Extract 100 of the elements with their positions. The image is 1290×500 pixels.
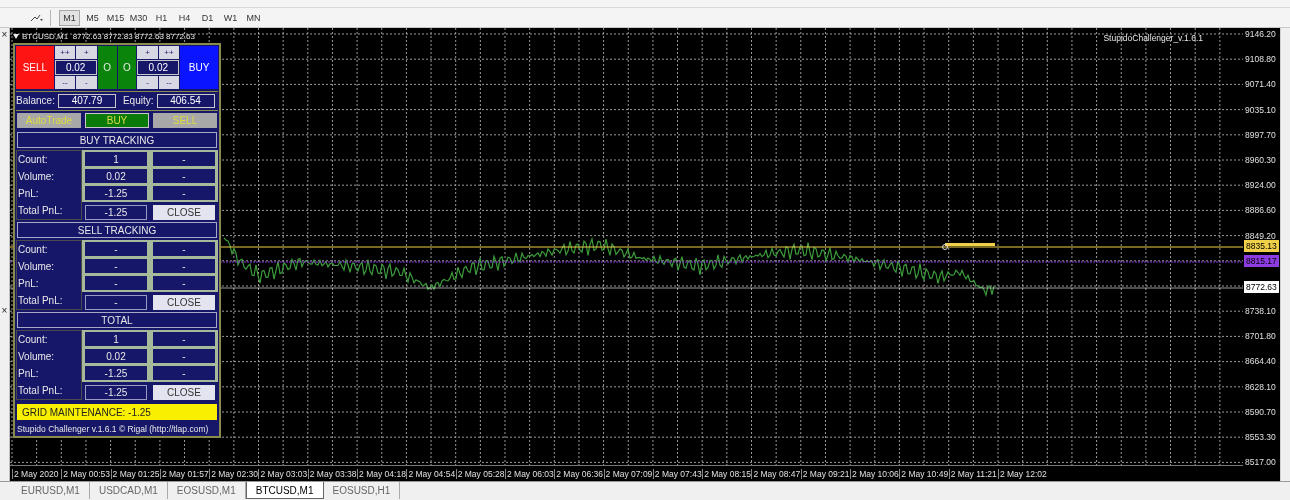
value-cell: - bbox=[153, 332, 215, 346]
close-button[interactable]: CLOSE bbox=[153, 385, 215, 400]
chart-tab[interactable]: EURUSD,M1 bbox=[12, 482, 90, 499]
price-label: 8924.00 bbox=[1245, 180, 1276, 191]
value-cell: - bbox=[85, 276, 147, 290]
value-cell: - bbox=[153, 259, 215, 273]
price-label: 8553.30 bbox=[1245, 432, 1276, 442]
timeframe-button[interactable]: H4 bbox=[174, 9, 195, 26]
time-label: 2 May 06:36 bbox=[554, 468, 604, 479]
timeframe-button[interactable]: W1 bbox=[220, 9, 241, 26]
time-label: 2 May 08:47 bbox=[751, 468, 801, 479]
footer-text: Stupido Challenger v.1.6.1 © Rigal (http://tlap.com) bbox=[16, 423, 210, 434]
decrease-lot-button[interactable]: - bbox=[76, 76, 97, 89]
decrease-lot-button[interactable]: - bbox=[137, 76, 158, 89]
value-cell: - bbox=[153, 169, 215, 183]
mode-button[interactable]: BUY bbox=[85, 113, 149, 128]
price-label: 8517.00 bbox=[1245, 457, 1276, 468]
time-label: 2 May 00:53 bbox=[61, 468, 111, 479]
price-marker: 8815.17 bbox=[1244, 255, 1279, 267]
value-cell: - bbox=[85, 259, 147, 273]
price-label: 9071.40 bbox=[1245, 79, 1276, 90]
price-label: 9035.10 bbox=[1245, 104, 1276, 115]
price-label: 8997.70 bbox=[1245, 129, 1276, 140]
close-button[interactable]: CLOSE bbox=[153, 205, 215, 220]
decrease-lot-button[interactable]: -- bbox=[158, 76, 180, 89]
time-label: 2 May 04:54 bbox=[406, 468, 456, 479]
value-cell: -1.25 bbox=[85, 186, 147, 200]
time-label: 2 May 09:21 bbox=[800, 468, 851, 479]
row-label: Count: bbox=[18, 153, 49, 167]
increase-lot-button[interactable]: ++ bbox=[158, 46, 180, 59]
collapse-icon[interactable] bbox=[13, 33, 19, 39]
row-label: Count: bbox=[18, 243, 49, 257]
grid-maintenance-bar: GRID MAINTENANCE: -1.25 bbox=[17, 404, 217, 420]
value-cell: -1.25 bbox=[85, 366, 147, 380]
time-label: 2 May 05:28 bbox=[455, 468, 505, 479]
increase-lot-button[interactable]: ++ bbox=[54, 46, 76, 59]
price-label: 8849.20 bbox=[1245, 230, 1276, 241]
timeframe-button[interactable]: MN bbox=[243, 9, 264, 26]
value-cell: 1 bbox=[85, 332, 147, 346]
value-cell: - bbox=[153, 152, 215, 166]
close-orders-button[interactable]: O bbox=[117, 46, 137, 89]
timeframe-button[interactable]: H1 bbox=[151, 9, 172, 26]
time-label: 2 May 10:06 bbox=[850, 468, 900, 479]
chart-tab[interactable]: BTCUSD,M1 bbox=[245, 482, 324, 499]
timeframe-button[interactable]: M15 bbox=[105, 9, 126, 26]
time-label: 2 May 03:38 bbox=[307, 468, 358, 479]
close-button[interactable]: CLOSE bbox=[153, 295, 215, 310]
chart-tab[interactable]: USDCAD,M1 bbox=[89, 482, 168, 499]
balance-label: Balance: bbox=[16, 95, 55, 106]
timeframe-button[interactable]: D1 bbox=[197, 9, 218, 26]
price-label: 8664.40 bbox=[1245, 356, 1276, 367]
row-label: PnL: bbox=[18, 367, 40, 381]
drawing-tools-icon[interactable] bbox=[30, 12, 44, 23]
buy-button[interactable]: BUY bbox=[180, 46, 218, 89]
increase-lot-button[interactable]: + bbox=[137, 46, 158, 59]
row-label: Total PnL: bbox=[18, 204, 64, 218]
time-label: 2 May 06:03 bbox=[504, 468, 555, 479]
value-cell: 0.02 bbox=[85, 349, 147, 363]
row-label: PnL: bbox=[18, 187, 40, 201]
row-label: Volume: bbox=[18, 170, 56, 184]
timeframe-button[interactable]: M1 bbox=[59, 9, 80, 26]
timeframe-button[interactable]: M5 bbox=[82, 9, 103, 26]
decrease-lot-button[interactable]: -- bbox=[54, 76, 76, 89]
indicator-label: StupidoChallenger_v.1.6.1 bbox=[1103, 33, 1203, 43]
close-icon[interactable]: × bbox=[1, 29, 8, 40]
lot-field[interactable]: 0.02 bbox=[54, 60, 97, 75]
equity-label: Equity: bbox=[122, 95, 154, 106]
row-label: Total PnL: bbox=[18, 384, 64, 398]
sell-button[interactable]: SELL bbox=[16, 46, 54, 89]
row-label: PnL: bbox=[18, 277, 40, 291]
price-label: 9146.20 bbox=[1245, 29, 1276, 39]
close-icon[interactable]: × bbox=[1, 305, 8, 316]
balance-value: 407.79 bbox=[57, 93, 116, 108]
lot-field[interactable]: 0.02 bbox=[137, 60, 180, 75]
price-label: 8590.70 bbox=[1245, 406, 1276, 417]
time-label: 2 May 03:03 bbox=[258, 468, 308, 479]
time-label: 2 May 11:21 bbox=[948, 468, 998, 479]
price-marker: 8772.63 bbox=[1244, 281, 1279, 293]
time-label: 2 May 07:09 bbox=[603, 468, 653, 479]
value-cell: - bbox=[153, 186, 215, 200]
increase-lot-button[interactable]: + bbox=[76, 46, 97, 59]
close-orders-button[interactable]: O bbox=[97, 46, 117, 89]
value-cell: - bbox=[85, 242, 147, 256]
time-label: 2 May 01:57 bbox=[159, 468, 210, 479]
price-label: 8960.30 bbox=[1245, 154, 1276, 165]
chart-tab[interactable]: EOSUSD,H1 bbox=[323, 482, 401, 499]
price-label: 9108.80 bbox=[1245, 54, 1276, 65]
time-label: 2 May 04:18 bbox=[357, 468, 407, 479]
value-cell: - bbox=[153, 276, 215, 290]
total-value: - bbox=[85, 295, 147, 310]
timeframe-button[interactable]: M30 bbox=[128, 9, 149, 26]
value-cell: - bbox=[153, 366, 215, 380]
row-label: Count: bbox=[18, 333, 49, 347]
chart-tab[interactable]: EOSUSD,M1 bbox=[167, 482, 246, 499]
price-label: 8738.10 bbox=[1245, 306, 1276, 317]
price-label: 8886.60 bbox=[1245, 205, 1276, 216]
time-label: 2 May 12:02 bbox=[997, 468, 1048, 479]
value-cell: - bbox=[153, 242, 215, 256]
time-label: 2 May 02:30 bbox=[209, 468, 259, 479]
order-marker-drawing bbox=[942, 243, 995, 250]
